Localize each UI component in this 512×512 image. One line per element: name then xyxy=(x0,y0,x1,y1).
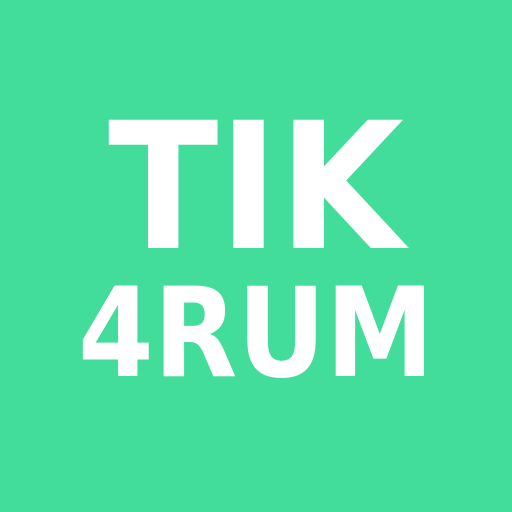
logo-wordmark: TIK 4RUM xyxy=(78,85,434,406)
logo-line-tik: TIK xyxy=(108,85,409,290)
app-logo-tile: TIK 4RUM xyxy=(0,0,512,512)
logo-line-4rum: 4RUM xyxy=(78,262,434,406)
